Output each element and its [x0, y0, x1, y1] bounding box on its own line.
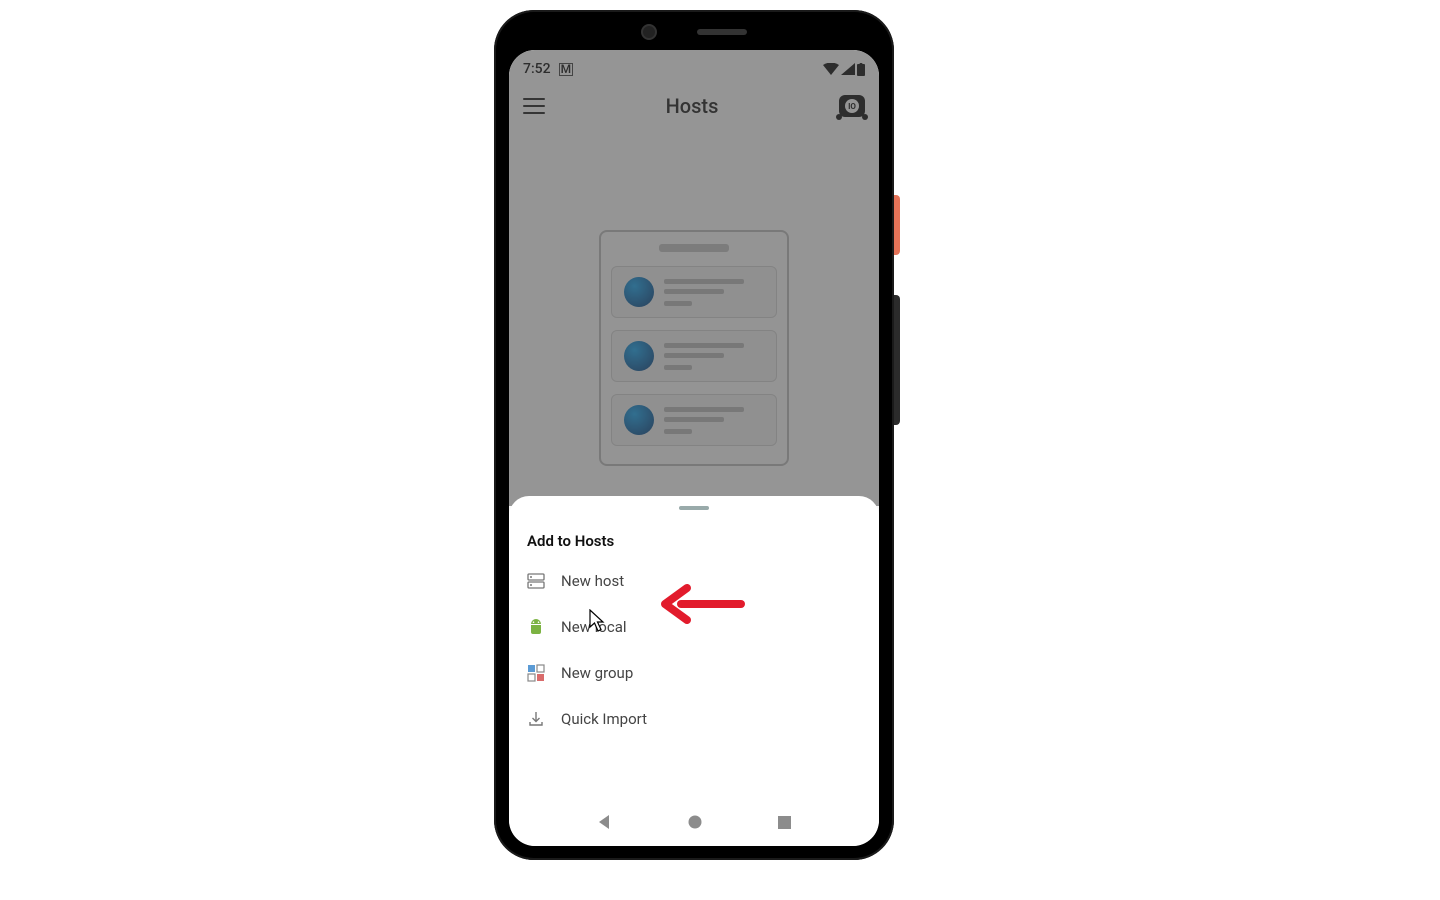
import-icon — [527, 710, 545, 728]
android-icon — [527, 618, 545, 636]
menu-item-label: New local — [561, 618, 627, 636]
nav-recents-button[interactable] — [777, 815, 792, 834]
sheet-title: Add to Hosts — [509, 532, 879, 558]
menu-item-label: New group — [561, 664, 633, 682]
earpiece-speaker-icon — [697, 29, 747, 35]
front-camera-icon — [641, 24, 657, 40]
volume-rocker — [894, 295, 900, 425]
nav-home-button[interactable] — [687, 814, 703, 834]
server-icon — [527, 572, 545, 590]
menu-item-label: New host — [561, 572, 624, 590]
group-icon — [527, 664, 545, 682]
system-nav-bar — [509, 802, 879, 846]
menu-item-new-local[interactable]: New local — [509, 604, 879, 650]
sheet-drag-handle[interactable] — [679, 506, 709, 510]
menu-item-new-host[interactable]: New host — [509, 558, 879, 604]
modal-scrim[interactable] — [509, 50, 879, 506]
screen: 7:52 M Hosts IO — [509, 50, 879, 846]
menu-item-new-group[interactable]: New group — [509, 650, 879, 696]
phone-frame: 7:52 M Hosts IO — [494, 10, 894, 860]
nav-back-button[interactable] — [596, 813, 614, 835]
bottom-sheet: Add to Hosts New host New local New grou… — [509, 496, 879, 802]
sensor-cluster — [641, 24, 747, 40]
menu-item-quick-import[interactable]: Quick Import — [509, 696, 879, 742]
menu-item-label: Quick Import — [561, 710, 647, 728]
power-button — [894, 195, 900, 255]
